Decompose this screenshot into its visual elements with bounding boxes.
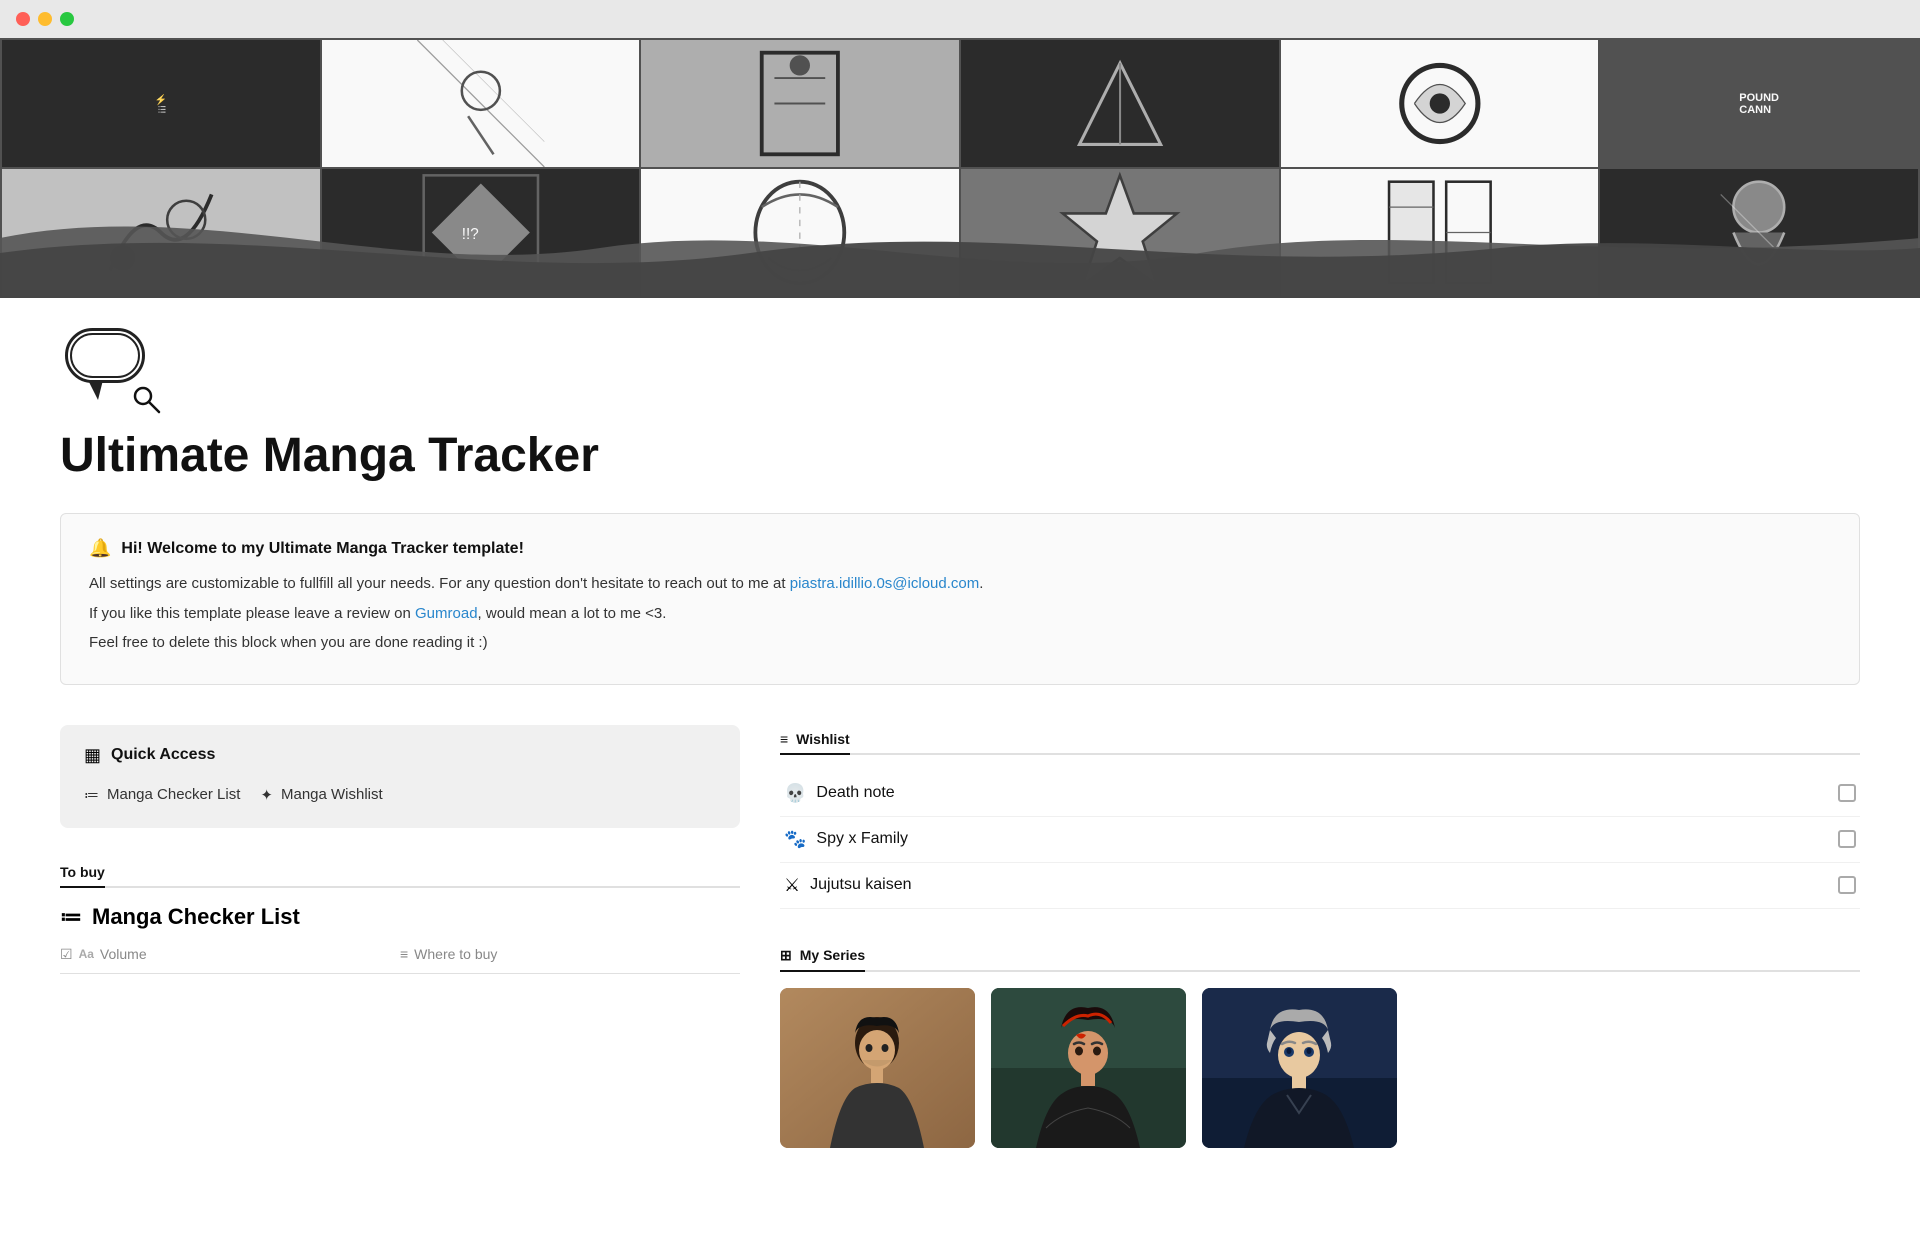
spy-family-title: Spy x Family [816,830,908,848]
quick-links: ≔ Manga Checker List ✦ Manga Wishlist [84,782,716,808]
banner: ⚡!!! [0,38,1920,298]
death-note-title: Death note [816,784,894,802]
series-card-1[interactable] [780,988,975,1148]
series-card-3-art [1202,988,1397,1148]
series-card-2[interactable] [991,988,1186,1148]
wishlist-item-spy-family: 🐾 Spy x Family [780,817,1860,863]
table-columns: ☑ Aa Volume ≡ Where to buy [60,946,740,974]
checkbox-col-icon: ☑ [60,946,73,963]
welcome-title: Hi! Welcome to my Ultimate Manga Tracker… [121,540,523,558]
tab-to-buy-label: To buy [60,864,105,880]
welcome-line3: Feel free to delete this block when you … [89,630,1831,656]
wishlist-item-left: 💀 Death note [784,783,895,804]
tab-to-buy[interactable]: To buy [60,858,105,886]
wishlist-item-left-3: ⚔ Jujutsu kaisen [784,875,912,896]
wishlist-tabs: ≡ Wishlist [780,725,1860,755]
two-column-layout: ▦ Quick Access ≔ Manga Checker List ✦ Ma… [60,725,1860,1148]
volume-aa-prefix: Aa [79,947,94,961]
where-to-buy-column-header: ≡ Where to buy [400,946,740,963]
checker-tabs: To buy [60,858,740,888]
welcome-line1: All settings are customizable to fullfil… [89,571,1831,597]
manga-wishlist-link-label: Manga Wishlist [281,786,383,803]
title-bar [0,0,1920,38]
minimize-button[interactable] [38,12,52,26]
my-series-tabs: ⊞ My Series [780,941,1860,972]
speech-bubble-icon [65,328,145,383]
main-content: Ultimate Manga Tracker 🔔 Hi! Welcome to … [0,428,1920,1208]
spy-family-icon: 🐾 [784,829,806,850]
wishlist-tab-icon: ≡ [780,731,788,747]
series-card-3[interactable] [1202,988,1397,1148]
manga-panel-5 [1281,40,1599,167]
list-col-icon: ≡ [400,946,408,962]
wishlist-item-death-note: 💀 Death note [780,771,1860,817]
manga-panel-6: POUNDCANN [1600,40,1918,167]
death-note-checkbox[interactable] [1838,784,1856,802]
page-icon-area [60,318,160,418]
quick-access-icon: ▦ [84,745,101,766]
manga-panel-4 [961,40,1279,167]
jujutsu-title: Jujutsu kaisen [810,876,911,894]
manga-panel-1: ⚡!!! [2,40,320,167]
welcome-line2: If you like this template please leave a… [89,601,1831,627]
wishlist-list: 💀 Death note 🐾 Spy x Family ⚔ Juju [780,771,1860,909]
jujutsu-checkbox[interactable] [1838,876,1856,894]
tab-my-series[interactable]: ⊞ My Series [780,941,865,970]
right-column: ≡ Wishlist 💀 Death note 🐾 Spy x Fami [780,725,1860,1148]
manga-checker-title-text: Manga Checker List [92,904,300,930]
bell-icon: 🔔 [89,538,111,559]
close-button[interactable] [16,12,30,26]
manga-checker-link-label: Manga Checker List [107,786,240,803]
wishlist-tab-label: Wishlist [796,731,850,747]
tab-wishlist[interactable]: ≡ Wishlist [780,725,850,753]
my-series-tab-icon: ⊞ [780,947,792,964]
maximize-button[interactable] [60,12,74,26]
quick-access-section: ▦ Quick Access ≔ Manga Checker List ✦ Ma… [60,725,740,828]
my-series-section: ⊞ My Series [780,941,1860,1148]
volume-col-label: Volume [100,946,147,962]
manga-checker-title-row: ≔ Manga Checker List [60,904,740,930]
magnifier-icon [133,386,163,416]
page-title: Ultimate Manga Tracker [60,428,1860,483]
email-link[interactable]: piastra.idillio.0s@icloud.com [790,575,979,592]
volume-column-header: ☑ Aa Volume [60,946,400,963]
my-series-tab-label: My Series [800,947,865,963]
death-note-icon: 💀 [784,783,806,804]
manga-checker-link[interactable]: ≔ Manga Checker List [84,782,240,808]
spy-family-checkbox[interactable] [1838,830,1856,848]
wishlist-item-jujutsu: ⚔ Jujutsu kaisen [780,863,1860,909]
where-to-buy-col-label: Where to buy [414,946,497,962]
quick-access-header: ▦ Quick Access [84,745,716,766]
quick-access-title: Quick Access [111,746,215,764]
welcome-block: 🔔 Hi! Welcome to my Ultimate Manga Track… [60,513,1860,685]
manga-wishlist-link[interactable]: ✦ Manga Wishlist [260,782,382,808]
wave-divider [0,198,1920,298]
manga-wishlist-link-icon: ✦ [260,786,273,804]
series-card-1-art [780,988,975,1148]
manga-checker-link-icon: ≔ [84,786,99,804]
wishlist-item-left-2: 🐾 Spy x Family [784,829,908,850]
gumroad-link[interactable]: Gumroad [415,605,478,622]
left-column: ▦ Quick Access ≔ Manga Checker List ✦ Ma… [60,725,740,1148]
welcome-header: 🔔 Hi! Welcome to my Ultimate Manga Track… [89,538,1831,559]
jujutsu-icon: ⚔ [784,875,800,896]
manga-checker-title-icon: ≔ [60,904,82,930]
manga-panel-3 [641,40,959,167]
manga-panel-2 [322,40,640,167]
series-card-2-art [991,988,1186,1148]
series-cards [780,988,1860,1148]
